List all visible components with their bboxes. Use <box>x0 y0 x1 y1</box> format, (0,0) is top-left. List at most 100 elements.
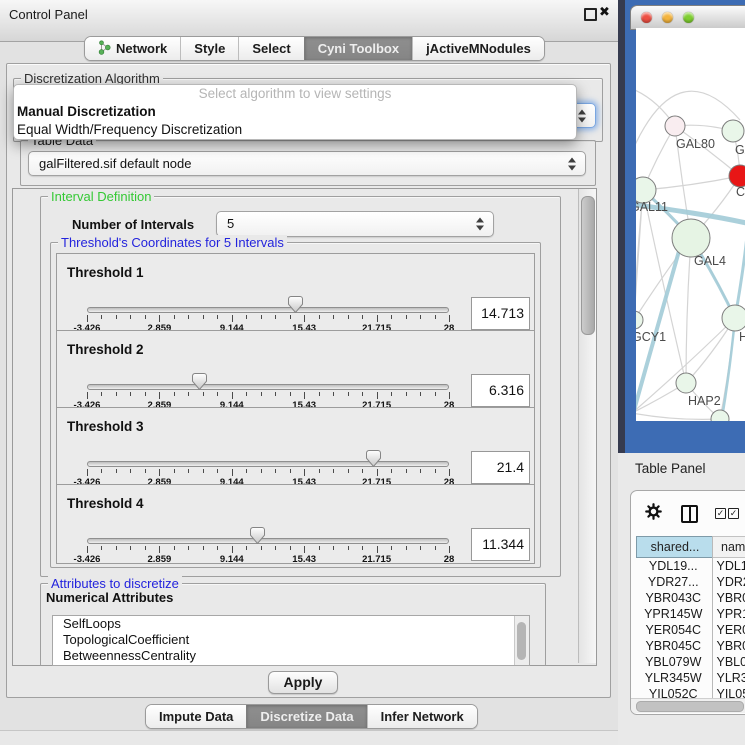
attribute-item-topologicalcoefficient[interactable]: TopologicalCoefficient <box>53 632 529 648</box>
table-hscrollbar-track[interactable] <box>631 698 745 713</box>
cell-shared-name[interactable]: YBR045C <box>636 638 710 654</box>
network-node-gcy1[interactable] <box>636 311 643 329</box>
float-window-icon[interactable] <box>584 8 597 21</box>
slider-tick-labels: -3.4262.8599.14415.4321.71528 <box>87 554 449 564</box>
attributes-scrollbar-thumb[interactable] <box>517 622 526 660</box>
table-data-combobox[interactable]: galFiltered.sif default node <box>28 151 586 176</box>
threshold-value-field-4[interactable]: 11.344 <box>471 528 530 561</box>
tab-label: jActiveMNodules <box>426 41 531 56</box>
cell-shared-name[interactable]: YER054C <box>636 622 710 638</box>
select-all-columns-icon[interactable]: ✓ <box>715 508 726 519</box>
cell-shared-name[interactable]: YDR27... <box>636 574 710 590</box>
slider-ticks <box>87 546 449 554</box>
window-edge <box>618 0 625 453</box>
apply-button[interactable]: Apply <box>268 671 338 694</box>
tab-label: Style <box>194 41 225 56</box>
network-canvas[interactable]: GAL80GACGAL11GAL4GCY1HHAP2 <box>636 28 745 421</box>
tab-select[interactable]: Select <box>238 37 303 60</box>
network-edge[interactable] <box>643 176 740 190</box>
network-node-ga[interactable] <box>722 120 744 142</box>
table-panel: Table Panel ✓ ✓ shared... name YDL <box>618 453 745 745</box>
column-header-shared-name[interactable]: shared... <box>636 536 714 558</box>
network-window-titlebar[interactable] <box>630 5 745 30</box>
tab-discretize-data[interactable]: Discretize Data <box>246 705 366 728</box>
zoom-light[interactable] <box>683 12 694 23</box>
slider-track[interactable] <box>87 307 449 313</box>
slider-track[interactable] <box>87 538 449 544</box>
main-scrollbar-thumb[interactable] <box>581 196 595 335</box>
popup-item-equal-width-frequency-discretization[interactable]: Equal Width/Frequency Discretization <box>14 121 576 139</box>
threshold-panel-1: Threshold 1-3.4262.8599.14415.4321.71528… <box>56 253 535 333</box>
cell-name[interactable]: YER054C <box>710 622 745 638</box>
network-node-h[interactable] <box>722 305 745 331</box>
attribute-item-selfloops[interactable]: SelfLoops <box>53 616 529 632</box>
tab-impute-data[interactable]: Impute Data <box>146 705 246 728</box>
network-node-hap2[interactable] <box>676 373 696 393</box>
control-panel: Control Panel ✖ NetworkStyleSelectCyni T… <box>0 0 618 745</box>
slider-thumb[interactable] <box>288 296 303 318</box>
popup-item-manual-discretization[interactable]: Manual Discretization <box>14 103 576 121</box>
table-row[interactable]: YLR345WYLR345W <box>636 670 745 686</box>
tab-style[interactable]: Style <box>180 37 238 60</box>
attributes-scrollbar-track[interactable] <box>514 616 529 665</box>
threshold-value-field-1[interactable]: 14.713 <box>471 297 530 330</box>
cell-shared-name[interactable]: YLR345W <box>636 670 710 686</box>
network-view-window[interactable]: GAL80GACGAL11GAL4GCY1HHAP2 <box>618 0 745 453</box>
number-of-intervals-combobox[interactable]: 5 <box>216 211 494 237</box>
slider-thumb[interactable] <box>250 527 265 549</box>
slider-thumb[interactable] <box>366 450 381 472</box>
network-node-label: GA <box>735 143 745 157</box>
slider-track[interactable] <box>87 384 449 390</box>
network-node-gal80[interactable] <box>665 116 685 136</box>
threshold-panel-2: Threshold 2-3.4262.8599.14415.4321.71528… <box>56 330 535 410</box>
cell-name[interactable]: YBR043C <box>710 590 745 606</box>
threshold-slider-2[interactable]: -3.4262.8599.14415.4321.71528 <box>87 331 449 409</box>
cell-name[interactable]: YPR145W <box>710 606 745 622</box>
cell-shared-name[interactable]: YPR145W <box>636 606 710 622</box>
network-node[interactable] <box>711 410 729 421</box>
threshold-value-field-2[interactable]: 6.316 <box>471 374 530 407</box>
slider-thumb[interactable] <box>192 373 207 395</box>
network-node-gal4[interactable] <box>672 219 710 257</box>
tab-cyni-toolbox[interactable]: Cyni Toolbox <box>304 37 412 60</box>
table-hscrollbar-thumb[interactable] <box>636 701 744 712</box>
split-columns-icon[interactable] <box>681 505 698 523</box>
threshold-slider-4[interactable]: -3.4262.8599.14415.4321.71528 <box>87 485 449 563</box>
table-row[interactable]: YBR045CYBR045C <box>636 638 745 654</box>
cell-shared-name[interactable]: YBR043C <box>636 590 710 606</box>
minimize-light[interactable] <box>662 12 673 23</box>
threshold-slider-3[interactable]: -3.4262.8599.14415.4321.71528 <box>87 408 449 486</box>
combo-arrows-icon <box>476 218 484 231</box>
close-light[interactable] <box>641 12 652 23</box>
tab-network[interactable]: Network <box>85 37 180 60</box>
threshold-slider-1[interactable]: -3.4262.8599.14415.4321.71528 <box>87 254 449 332</box>
slider-track[interactable] <box>87 461 449 467</box>
cell-name[interactable]: YLR345W <box>710 670 745 686</box>
network-edge-highlighted[interactable] <box>722 318 735 418</box>
attribute-item-betweennesscentrality[interactable]: BetweennessCentrality <box>53 648 529 664</box>
cell-name[interactable]: YBL079W <box>710 654 745 670</box>
cell-shared-name[interactable]: YDL19... <box>636 558 710 574</box>
close-icon[interactable]: ✖ <box>599 4 610 20</box>
table-row[interactable]: YDR27...YDR27... <box>636 574 745 590</box>
numerical-attributes-list[interactable]: SelfLoopsTopologicalCoefficientBetweenne… <box>52 615 530 666</box>
cell-name[interactable]: YDR27... <box>710 574 745 590</box>
table-row[interactable]: YBR043CYBR043C <box>636 590 745 606</box>
cell-name[interactable]: YBR045C <box>710 638 745 654</box>
tab-infer-network[interactable]: Infer Network <box>367 705 477 728</box>
table-row[interactable]: YDL19...YDL19... <box>636 558 745 574</box>
gear-icon[interactable] <box>645 503 662 520</box>
cell-name[interactable]: YDL19... <box>710 558 745 574</box>
main-scrollbar-track[interactable] <box>578 189 596 663</box>
number-of-intervals-label: Number of Intervals <box>72 217 194 232</box>
column-header-name[interactable]: name <box>713 536 745 558</box>
tab-jactivemnodules[interactable]: jActiveMNodules <box>412 37 544 60</box>
bottom-tabstrip: Impute DataDiscretize DataInfer Network <box>145 704 478 729</box>
cell-shared-name[interactable]: YBL079W <box>636 654 710 670</box>
network-edge[interactable] <box>636 413 720 419</box>
table-row[interactable]: YBL079WYBL079W <box>636 654 745 670</box>
select-all-columns-icon-2[interactable]: ✓ <box>728 508 739 519</box>
table-row[interactable]: YPR145WYPR145W <box>636 606 745 622</box>
table-row[interactable]: YER054CYER054C <box>636 622 745 638</box>
threshold-value-field-3[interactable]: 21.4 <box>471 451 530 484</box>
